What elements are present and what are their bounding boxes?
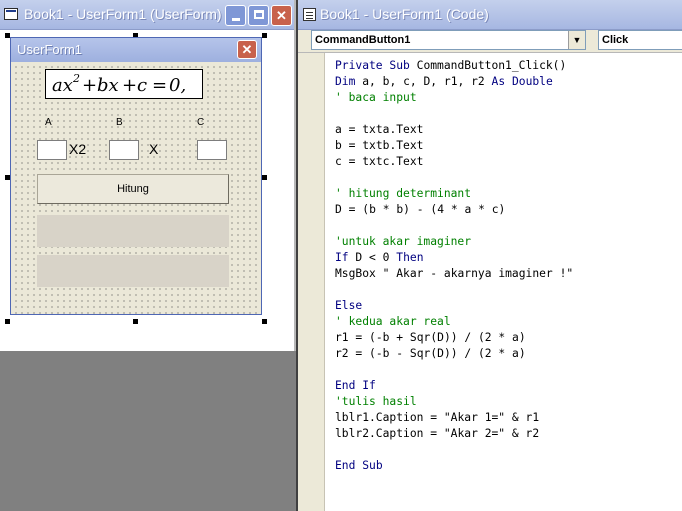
label-x2[interactable]: X2 bbox=[69, 141, 86, 157]
label-b[interactable]: B bbox=[116, 117, 123, 128]
code-toolbar: CommandButton1 ▼ Click bbox=[298, 30, 682, 53]
code-line[interactable]: Dim a, b, c, D, r1, r2 As Double bbox=[335, 74, 573, 90]
maximize-button[interactable] bbox=[248, 5, 269, 26]
resize-handle[interactable] bbox=[262, 33, 267, 38]
userform-close-button[interactable]: ✕ bbox=[237, 40, 257, 59]
lblr2-label[interactable] bbox=[37, 255, 229, 287]
procedure-dropdown-value: Click bbox=[602, 34, 629, 46]
resize-handle[interactable] bbox=[262, 175, 267, 180]
code-line[interactable]: 'untuk akar imaginer bbox=[335, 234, 573, 250]
equation-image[interactable]: ax 2 + bx + c = 0, bbox=[45, 69, 203, 99]
code-line[interactable]: If D < 0 Then bbox=[335, 250, 573, 266]
object-dropdown-value: CommandButton1 bbox=[315, 34, 411, 46]
code-line[interactable] bbox=[335, 362, 573, 378]
svg-text:=: = bbox=[152, 75, 167, 96]
minimize-button[interactable] bbox=[225, 5, 246, 26]
close-icon: ✕ bbox=[276, 8, 287, 23]
resize-handle[interactable] bbox=[5, 319, 10, 324]
code-title: Book1 - UserForm1 (Code) bbox=[320, 6, 489, 22]
svg-text:bx: bx bbox=[97, 75, 119, 96]
label-x[interactable]: X bbox=[149, 141, 158, 157]
code-line[interactable]: r2 = (-b - Sqr(D)) / (2 * a) bbox=[335, 346, 573, 362]
code-line[interactable] bbox=[335, 170, 573, 186]
designer-canvas: UserForm1 ✕ ax 2 + bx + c = 0, A B C X2 … bbox=[0, 31, 294, 351]
code-line[interactable] bbox=[335, 106, 573, 122]
quadratic-equation-image: ax 2 + bx + c = 0, bbox=[52, 72, 186, 96]
code-line[interactable]: End If bbox=[335, 378, 573, 394]
designer-title: Book1 - UserForm1 (UserForm) bbox=[24, 6, 222, 22]
code-line[interactable]: D = (b * b) - (4 * a * c) bbox=[335, 202, 573, 218]
designer-titlebar[interactable]: Book1 - UserForm1 (UserForm) ✕ bbox=[0, 0, 294, 30]
code-lines: Private Sub CommandButton1_Click() Dim a,… bbox=[335, 58, 573, 474]
txta-textbox[interactable] bbox=[37, 140, 67, 160]
svg-text:2: 2 bbox=[72, 72, 80, 85]
label-a[interactable]: A bbox=[45, 117, 52, 128]
code-line[interactable] bbox=[335, 282, 573, 298]
object-dropdown[interactable]: CommandButton1 ▼ bbox=[311, 30, 586, 50]
txtb-textbox[interactable] bbox=[109, 140, 139, 160]
userform[interactable]: UserForm1 ✕ ax 2 + bx + c = 0, A B C X2 … bbox=[10, 37, 262, 315]
procedure-dropdown[interactable]: Click bbox=[598, 30, 682, 50]
code-editor[interactable]: Private Sub CommandButton1_Click() Dim a,… bbox=[325, 53, 682, 511]
userform-titlebar[interactable]: UserForm1 ✕ bbox=[11, 38, 261, 62]
txtc-textbox[interactable] bbox=[197, 140, 227, 160]
svg-text:+: + bbox=[82, 75, 97, 96]
code-line[interactable]: MsgBox " Akar - akarnya imaginer !" bbox=[335, 266, 573, 282]
label-c[interactable]: C bbox=[197, 117, 204, 128]
code-line[interactable]: c = txtc.Text bbox=[335, 154, 573, 170]
svg-text:c: c bbox=[137, 75, 147, 96]
userform-title: UserForm1 bbox=[17, 42, 83, 57]
code-line[interactable]: ' baca input bbox=[335, 90, 573, 106]
code-line[interactable]: End Sub bbox=[335, 458, 573, 474]
userform-grid-canvas[interactable]: ax 2 + bx + c = 0, A B C X2 X Hitung bbox=[11, 62, 261, 314]
lblr1-label[interactable] bbox=[37, 215, 229, 247]
code-titlebar[interactable]: Book1 - UserForm1 (Code) bbox=[298, 0, 682, 30]
code-line[interactable]: Private Sub CommandButton1_Click() bbox=[335, 58, 573, 74]
userform-designer-window: Book1 - UserForm1 (UserForm) ✕ UserForm1… bbox=[0, 0, 296, 351]
close-icon: ✕ bbox=[241, 42, 253, 57]
resize-handle[interactable] bbox=[133, 319, 138, 324]
code-line[interactable] bbox=[335, 442, 573, 458]
minimize-icon bbox=[231, 18, 240, 21]
code-line[interactable]: b = txtb.Text bbox=[335, 138, 573, 154]
code-line[interactable]: a = txta.Text bbox=[335, 122, 573, 138]
resize-handle[interactable] bbox=[262, 319, 267, 324]
code-line[interactable]: 'tulis hasil bbox=[335, 394, 573, 410]
maximize-icon bbox=[253, 10, 264, 19]
code-line[interactable]: ' hitung determinant bbox=[335, 186, 573, 202]
code-line[interactable]: Else bbox=[335, 298, 573, 314]
code-line[interactable]: lblr2.Caption = "Akar 2=" & r2 bbox=[335, 426, 573, 442]
code-line[interactable]: lblr1.Caption = "Akar 1=" & r1 bbox=[335, 410, 573, 426]
code-line[interactable] bbox=[335, 218, 573, 234]
svg-text:ax: ax bbox=[52, 75, 73, 96]
code-line[interactable]: r1 = (-b + Sqr(D)) / (2 * a) bbox=[335, 330, 573, 346]
code-window-icon bbox=[303, 8, 316, 21]
code-line[interactable]: ' kedua akar real bbox=[335, 314, 573, 330]
hitung-button[interactable]: Hitung bbox=[37, 174, 229, 204]
chevron-down-icon[interactable]: ▼ bbox=[568, 31, 585, 49]
svg-text:+: + bbox=[122, 75, 137, 96]
svg-text:0,: 0, bbox=[169, 75, 186, 96]
code-margin-indicator-bar[interactable] bbox=[298, 53, 325, 511]
form-window-icon bbox=[4, 8, 18, 20]
close-button[interactable]: ✕ bbox=[271, 5, 292, 26]
code-window: Book1 - UserForm1 (Code) CommandButton1 … bbox=[296, 0, 682, 511]
